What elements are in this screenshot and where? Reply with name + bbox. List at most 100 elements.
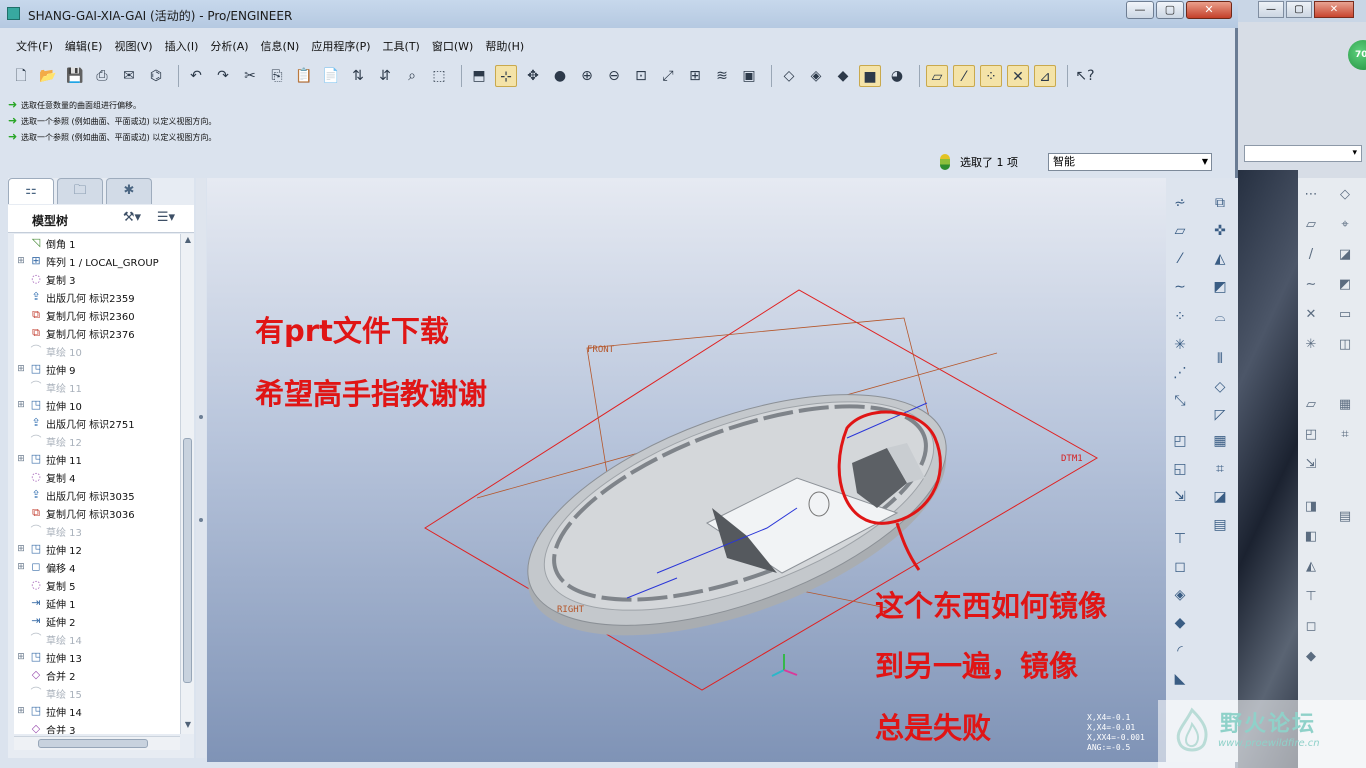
merge-tool-icon[interactable]: ◇ xyxy=(1209,376,1231,398)
tab-folder-browser[interactable]: 🗀 xyxy=(57,178,103,204)
tree-item[interactable]: ⇥ 延伸 1 xyxy=(14,594,184,612)
menu-applications[interactable]: 应用程序(P) xyxy=(305,36,376,56)
bg-shape-icon[interactable]: ◇ xyxy=(1336,186,1354,204)
bg-surface-icon[interactable]: ◩ xyxy=(1336,276,1354,294)
reorient-icon[interactable]: ⤢ xyxy=(657,65,679,87)
settings-icon[interactable]: ⚒▾ xyxy=(118,208,146,228)
menu-file[interactable]: 文件(F) xyxy=(10,36,59,56)
appearance-icon[interactable]: ● xyxy=(549,65,571,87)
saved-views-icon[interactable]: ⊞ xyxy=(684,65,706,87)
menu-window[interactable]: 窗口(W) xyxy=(426,36,479,56)
zoom-out-icon[interactable]: ⊖ xyxy=(603,65,625,87)
scroll-thumb[interactable] xyxy=(38,739,148,748)
plane-tool-icon[interactable]: ▱ xyxy=(1169,220,1191,242)
csys-tool-icon[interactable]: ✳ xyxy=(1169,334,1191,356)
rib-tool-icon[interactable]: ◈ xyxy=(1169,584,1191,606)
tree-item[interactable]: ⊞ ◳ 拉伸 9 xyxy=(14,360,184,378)
tree-item[interactable]: ◇ 合并 2 xyxy=(14,666,184,684)
datum-planes-toggle-icon[interactable]: ▱ xyxy=(926,65,948,87)
copy-tool-icon[interactable]: ⧉ xyxy=(1209,192,1231,214)
tree-item[interactable]: ⊞ ◳ 拉伸 13 xyxy=(14,648,184,666)
bg-datum-icon[interactable]: ⋯ xyxy=(1302,186,1320,204)
bg-filter-dropdown[interactable]: ▾ xyxy=(1244,145,1362,162)
spin-center-icon[interactable]: ⊹ xyxy=(495,65,517,87)
tree-item[interactable]: ⊞ ◳ 拉伸 12 xyxy=(14,540,184,558)
bg-extrude-icon[interactable]: ◨ xyxy=(1302,498,1320,516)
view-manager-icon[interactable]: ▣ xyxy=(738,65,760,87)
menu-analysis[interactable]: 分析(A) xyxy=(204,36,254,56)
bg-revolve-icon[interactable]: ◧ xyxy=(1302,528,1320,546)
tree-item[interactable]: ⊞ ◳ 拉伸 11 xyxy=(14,450,184,468)
bg-minimize-button[interactable]: — xyxy=(1258,1,1284,18)
cut-icon[interactable]: ✂ xyxy=(239,65,261,87)
bg-point-icon[interactable]: ✕ xyxy=(1302,306,1320,324)
refit-icon[interactable]: ⊡ xyxy=(630,65,652,87)
draft-tool-icon[interactable]: ◆ xyxy=(1169,612,1191,634)
bg-move-icon[interactable]: ⇲ xyxy=(1302,456,1320,474)
panel-splitter[interactable] xyxy=(196,178,206,758)
bg-mesh-icon[interactable]: ⌗ xyxy=(1336,426,1354,444)
menu-insert[interactable]: 插入(I) xyxy=(159,36,205,56)
tree-item[interactable]: ⊞ ⊞ 阵列 1 / LOCAL_GROUP xyxy=(14,252,184,270)
bg-csys-icon[interactable]: ✳ xyxy=(1302,336,1320,354)
tree-item[interactable]: ⊞ ◳ 拉伸 14 xyxy=(14,702,184,720)
tree-item[interactable]: ⌒ 草绘 10 xyxy=(14,342,184,360)
repaint-icon[interactable]: ⬒ xyxy=(468,65,490,87)
blend-tool-icon[interactable]: ◩ xyxy=(1209,276,1231,298)
orient-mode-icon[interactable]: ✥ xyxy=(522,65,544,87)
tree-item[interactable]: ⇪ 出版几何 标识3035 xyxy=(14,486,184,504)
menu-edit[interactable]: 编辑(E) xyxy=(59,36,109,56)
boundary-tool-icon[interactable]: ⌓ xyxy=(1209,306,1231,328)
close-button[interactable]: ✕ xyxy=(1186,1,1232,19)
tree-item[interactable]: ◹ 倒角 1 xyxy=(14,234,184,252)
bg-close-button[interactable]: ✕ xyxy=(1314,1,1354,18)
tree-item[interactable]: ◌ 复制 4 xyxy=(14,468,184,486)
horizontal-scrollbar[interactable] xyxy=(14,736,180,750)
copy-icon[interactable]: ⎘ xyxy=(266,65,288,87)
bg-plane-icon[interactable]: ▱ xyxy=(1302,216,1320,234)
menu-help[interactable]: 帮助(H) xyxy=(479,36,530,56)
no-hidden-icon[interactable]: ◆ xyxy=(832,65,854,87)
menu-tools[interactable]: 工具(T) xyxy=(377,36,426,56)
offset-tool-icon[interactable]: ⤡ xyxy=(1169,390,1191,412)
open-file-icon[interactable]: 📂 xyxy=(37,65,59,87)
sweep-tool-icon[interactable]: ◭ xyxy=(1209,248,1231,270)
scroll-thumb[interactable] xyxy=(183,438,192,683)
expand-icon[interactable]: ⊞ xyxy=(14,652,28,662)
expand-icon[interactable]: ⊞ xyxy=(14,562,28,572)
bg-hole-icon[interactable]: ⊤ xyxy=(1302,588,1320,606)
bg-graphics-area[interactable] xyxy=(1238,170,1298,768)
regenerate-icon[interactable]: ⇅ xyxy=(347,65,369,87)
tree-item[interactable]: ⌒ 草绘 13 xyxy=(14,522,184,540)
scroll-up-icon[interactable]: ▲ xyxy=(182,235,194,247)
paste-special-icon[interactable]: 📄 xyxy=(320,65,342,87)
shell-tool-icon[interactable]: ◻ xyxy=(1169,556,1191,578)
context-help-icon[interactable]: ↖? xyxy=(1074,65,1096,87)
trim-tool-icon[interactable]: ◸ xyxy=(1209,404,1231,426)
analysis-tool-icon[interactable]: ⋰ xyxy=(1169,362,1191,384)
curve-tool-icon[interactable]: ∼ xyxy=(1169,276,1191,298)
bg-round-icon[interactable]: ▭ xyxy=(1336,306,1354,324)
tab-model-tree[interactable]: ⚏ xyxy=(8,178,54,204)
move-tool-icon[interactable]: ⇲ xyxy=(1169,486,1191,508)
find-icon[interactable]: ⌕ xyxy=(401,65,423,87)
bg-axis-icon[interactable]: ⌖ xyxy=(1336,216,1354,234)
expand-icon[interactable]: ⊞ xyxy=(14,256,28,266)
print-icon[interactable]: ⎙ xyxy=(91,65,113,87)
select-box-icon[interactable]: ⬚ xyxy=(428,65,450,87)
bg-page-icon[interactable]: ▤ xyxy=(1336,508,1354,526)
bg-sketch-icon[interactable]: ◰ xyxy=(1302,426,1320,444)
expand-icon[interactable]: ⊞ xyxy=(14,454,28,464)
menu-view[interactable]: 视图(V) xyxy=(108,36,158,56)
vertical-scrollbar[interactable]: ▲ ▼ xyxy=(180,234,194,734)
tree-item[interactable]: ⇪ 出版几何 标识2359 xyxy=(14,288,184,306)
layers-icon[interactable]: ≋ xyxy=(711,65,733,87)
chamfer-tool-icon[interactable]: ◣ xyxy=(1169,668,1191,690)
bg-line-icon[interactable]: / xyxy=(1302,246,1320,264)
bg-shell-icon[interactable]: ◻ xyxy=(1302,618,1320,636)
tab-favorites[interactable]: ✱ xyxy=(106,178,152,204)
hidden-line-icon[interactable]: ◈ xyxy=(805,65,827,87)
tree-item[interactable]: ⇥ 延伸 2 xyxy=(14,612,184,630)
tree-item[interactable]: ⌒ 草绘 14 xyxy=(14,630,184,648)
grid-tool-icon[interactable]: ▦ xyxy=(1209,430,1231,452)
